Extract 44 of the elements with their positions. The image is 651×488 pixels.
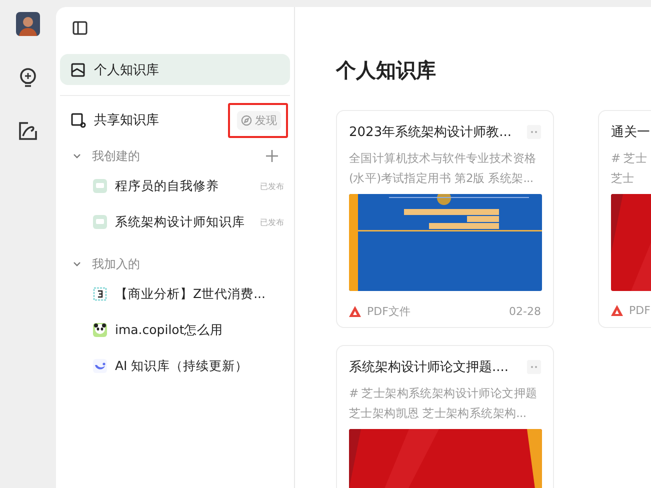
shared-library-icon: [70, 112, 86, 128]
library-item[interactable]: ima.copilot怎么用: [115, 322, 224, 338]
avatar-icon[interactable]: [16, 12, 40, 36]
whale-icon: [93, 359, 107, 373]
card-title: 2023年系统架构设计师教...: [349, 124, 512, 141]
chevron-icon[interactable]: [72, 259, 82, 269]
pdf-icon: [349, 306, 361, 318]
edit-icon[interactable]: [17, 120, 39, 142]
card-date: 02-28: [509, 305, 541, 318]
book-cover-icon: [93, 179, 107, 193]
card-description: 芝士架构凯恩 芝士架构系统架构...: [349, 405, 526, 422]
add-icon[interactable]: [266, 150, 278, 162]
lightbulb-icon[interactable]: [17, 67, 39, 89]
library-icon: [70, 62, 86, 78]
panda-icon: [93, 323, 107, 337]
chevron-icon[interactable]: [72, 151, 82, 161]
card-description: 芝士: [611, 170, 634, 187]
document-card[interactable]: 系统架构设计师论文押题.... # 芝士架构系统架构设计师论文押题 芝士架构凯恩 芝士架构系统架构...: [336, 345, 554, 488]
personal-library-item[interactable]: 个人知识库: [60, 54, 290, 85]
card-description: # 芝士架构系统架构设计师论文押题: [349, 385, 538, 402]
document-card[interactable]: 通关一 # 芝士 芝士 PDF: [598, 110, 651, 328]
book-cover-icon: [93, 215, 107, 229]
card-description: 全国计算机技术与软件专业技术资格: [349, 150, 536, 167]
card-title: 系统架构设计师论文押题....: [349, 359, 509, 376]
published-status: 已发布: [260, 216, 284, 228]
library-item[interactable]: AI 知识库（持续更新）: [115, 358, 248, 374]
library-item[interactable]: 【商业分析】Z世代消费...: [115, 286, 266, 302]
published-status: 已发布: [260, 180, 284, 192]
library-item[interactable]: 程序员的自我修养: [115, 178, 219, 194]
card-description: (水平)考试指定用书 第2版 系统架...: [349, 170, 534, 187]
library-item[interactable]: 系统架构设计师知识库: [115, 214, 245, 230]
pdf-icon: [611, 304, 623, 316]
shared-library-label[interactable]: 共享知识库: [94, 111, 159, 129]
page-title: 个人知识库: [336, 57, 437, 84]
compass-icon: [241, 114, 252, 126]
sidebar-toggle-icon[interactable]: [72, 20, 88, 36]
card-title: 通关一: [611, 124, 650, 141]
group-label[interactable]: 我加入的: [92, 256, 140, 272]
file-type: PDF: [629, 304, 650, 317]
chart-icon: [93, 287, 107, 301]
card-description: # 芝士: [611, 150, 648, 167]
group-label[interactable]: 我创建的: [92, 148, 140, 164]
file-type: PDF文件: [367, 304, 410, 319]
document-card[interactable]: 2023年系统架构设计师教... 全国计算机技术与软件专业技术资格 (水平)考试指定用书 第2版 系统架... PDF文件 02-28: [336, 110, 554, 328]
